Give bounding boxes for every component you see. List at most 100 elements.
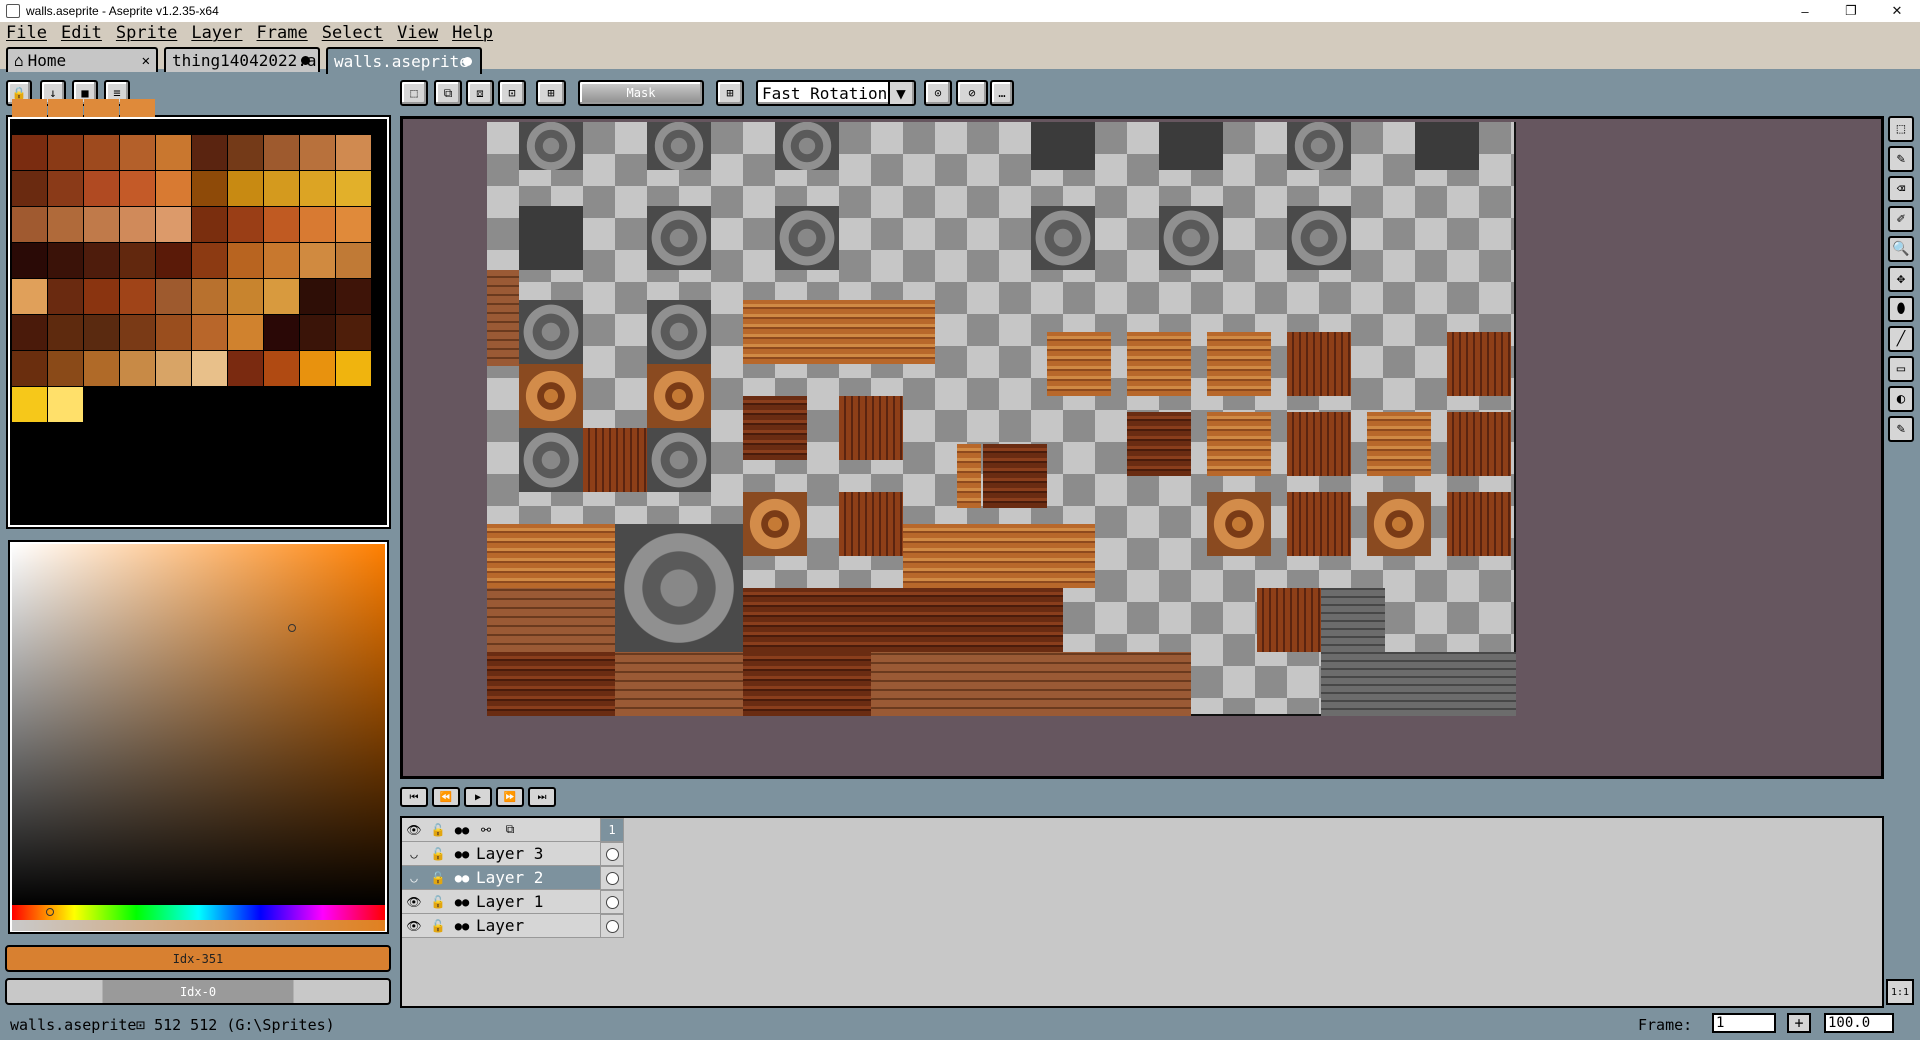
palette-swatch[interactable] (336, 171, 371, 206)
palette-swatch[interactable] (228, 135, 263, 170)
palette-swatch[interactable] (336, 135, 371, 170)
palette-swatch[interactable] (84, 351, 119, 386)
palette-swatch[interactable] (12, 135, 47, 170)
zoom-tool[interactable]: 🔍 (1888, 236, 1914, 262)
palette-swatch[interactable] (156, 135, 191, 170)
palette-swatch[interactable] (120, 171, 155, 206)
alpha-slider[interactable] (12, 920, 385, 931)
selection-subtract-button[interactable]: ⧈ (466, 80, 494, 106)
eye-icon[interactable]: 👁 (402, 891, 426, 913)
palette-swatch[interactable] (336, 351, 371, 386)
palette-swatch[interactable] (48, 207, 83, 242)
palette-swatch[interactable] (192, 135, 227, 170)
eye-icon[interactable]: 👁 (402, 915, 426, 937)
palette-swatch[interactable] (84, 171, 119, 206)
continuous-icon[interactable]: ●● (450, 891, 474, 913)
palette-swatch[interactable] (84, 207, 119, 242)
maximize-button[interactable]: ❐ (1828, 0, 1874, 22)
palette-swatch[interactable] (192, 351, 227, 386)
selection-replace-button[interactable]: ⬚ (400, 80, 428, 106)
close-icon[interactable]: ✕ (142, 53, 150, 69)
drop-pixels-button[interactable]: ⊙ (924, 80, 952, 106)
palette-swatch[interactable] (264, 135, 299, 170)
paint-bucket-tool[interactable]: ⬮ (1888, 296, 1914, 322)
menu-frame[interactable]: Frame (257, 23, 308, 43)
palette-swatch[interactable] (12, 315, 47, 350)
layer-name[interactable]: Layer 1 (474, 892, 598, 911)
tab-walls[interactable]: walls.aseprite (326, 47, 482, 74)
layer-name[interactable]: Layer 2 (474, 868, 598, 887)
menu-file[interactable]: File (6, 23, 47, 43)
blur-tool[interactable]: ✎ (1888, 416, 1914, 442)
lock-icon[interactable]: 🔓 (426, 843, 450, 865)
eye-closed-icon[interactable]: ◡ (402, 867, 426, 889)
layer-row-layer-1[interactable]: 👁 🔓 ●● Layer 1 (402, 890, 624, 914)
palette-swatch[interactable] (156, 279, 191, 314)
palette-swatch[interactable] (156, 207, 191, 242)
rectangle-tool[interactable]: ▭ (1888, 356, 1914, 382)
more-options-button[interactable]: … (990, 80, 1014, 106)
palette-swatch[interactable] (120, 135, 155, 170)
palette-swatch[interactable] (12, 351, 47, 386)
palette-swatch[interactable] (84, 243, 119, 278)
contour-tool[interactable]: ◐ (1888, 386, 1914, 412)
eye-icon[interactable]: 👁 (402, 819, 426, 841)
link-icon[interactable]: ⚯ (474, 819, 498, 841)
palette-swatch[interactable] (228, 351, 263, 386)
cel[interactable] (600, 866, 624, 890)
first-frame-button[interactable]: ⏮ (400, 787, 428, 807)
palette-swatch[interactable] (228, 315, 263, 350)
transparent-color-button[interactable]: ⊞ (716, 80, 744, 106)
palette-swatch[interactable] (48, 387, 83, 422)
frame-header-1[interactable]: 1 (600, 818, 624, 842)
palette-swatch[interactable] (336, 243, 371, 278)
layer-row-layer-3[interactable]: ◡ 🔓 ●● Layer 3 (402, 842, 624, 866)
eye-closed-icon[interactable]: ◡ (402, 843, 426, 865)
cancel-transform-button[interactable]: ⊘ (956, 80, 988, 106)
rectangular-marquee-tool[interactable]: ⬚ (1888, 116, 1914, 142)
line-tool[interactable]: ╱ (1888, 326, 1914, 352)
palette-swatch[interactable] (120, 207, 155, 242)
sprite-image[interactable] (487, 122, 1516, 716)
prev-frame-button[interactable]: ⏪ (432, 787, 460, 807)
palette-swatch[interactable] (300, 351, 335, 386)
palette-swatch[interactable] (264, 207, 299, 242)
palette-swatch[interactable] (84, 135, 119, 170)
lock-icon[interactable]: 🔓 (426, 819, 450, 841)
layer-row-layer-2[interactable]: ◡ 🔓 ●● Layer 2 (402, 866, 624, 890)
palette-swatch[interactable] (192, 279, 227, 314)
zoom-input[interactable]: 100.0 (1824, 1013, 1894, 1033)
palette-swatch[interactable] (228, 171, 263, 206)
palette-swatch[interactable] (84, 99, 119, 117)
menu-sprite[interactable]: Sprite (116, 23, 177, 43)
palette-swatch[interactable] (192, 207, 227, 242)
palette-swatch[interactable] (300, 171, 335, 206)
menu-edit[interactable]: Edit (61, 23, 102, 43)
palette-swatch[interactable] (300, 279, 335, 314)
palette-swatch[interactable] (228, 207, 263, 242)
continuous-icon[interactable]: ●● (450, 867, 474, 889)
selection-add-button[interactable]: ⧉ (434, 80, 462, 106)
palette-swatch[interactable] (120, 99, 155, 117)
palette-swatch[interactable] (264, 279, 299, 314)
tab-thing[interactable]: thing14042022.a (164, 47, 320, 72)
palette-swatch[interactable] (192, 315, 227, 350)
reset-zoom-button[interactable]: 1:1 (1886, 979, 1914, 1005)
saturation-value-area[interactable] (12, 544, 385, 906)
pencil-tool[interactable]: ✎ (1888, 146, 1914, 172)
foreground-color-button[interactable]: Idx-351 (5, 945, 391, 972)
palette-swatch[interactable] (48, 243, 83, 278)
hue-marker[interactable] (46, 908, 54, 916)
selection-intersect-button[interactable]: ⊡ (498, 80, 526, 106)
cel[interactable] (600, 842, 624, 866)
palette-swatch[interactable] (120, 315, 155, 350)
hue-slider[interactable] (12, 905, 385, 921)
palette-swatch[interactable] (120, 243, 155, 278)
lock-icon[interactable]: 🔓 (426, 891, 450, 913)
palette-swatch[interactable] (48, 171, 83, 206)
palette-swatch[interactable] (48, 99, 83, 117)
layer-row-layer[interactable]: 👁 🔓 ●● Layer (402, 914, 624, 938)
rotation-algorithm-select[interactable]: Fast Rotation ▼ (756, 80, 916, 106)
palette-swatch[interactable] (264, 315, 299, 350)
palette-swatch[interactable] (264, 171, 299, 206)
